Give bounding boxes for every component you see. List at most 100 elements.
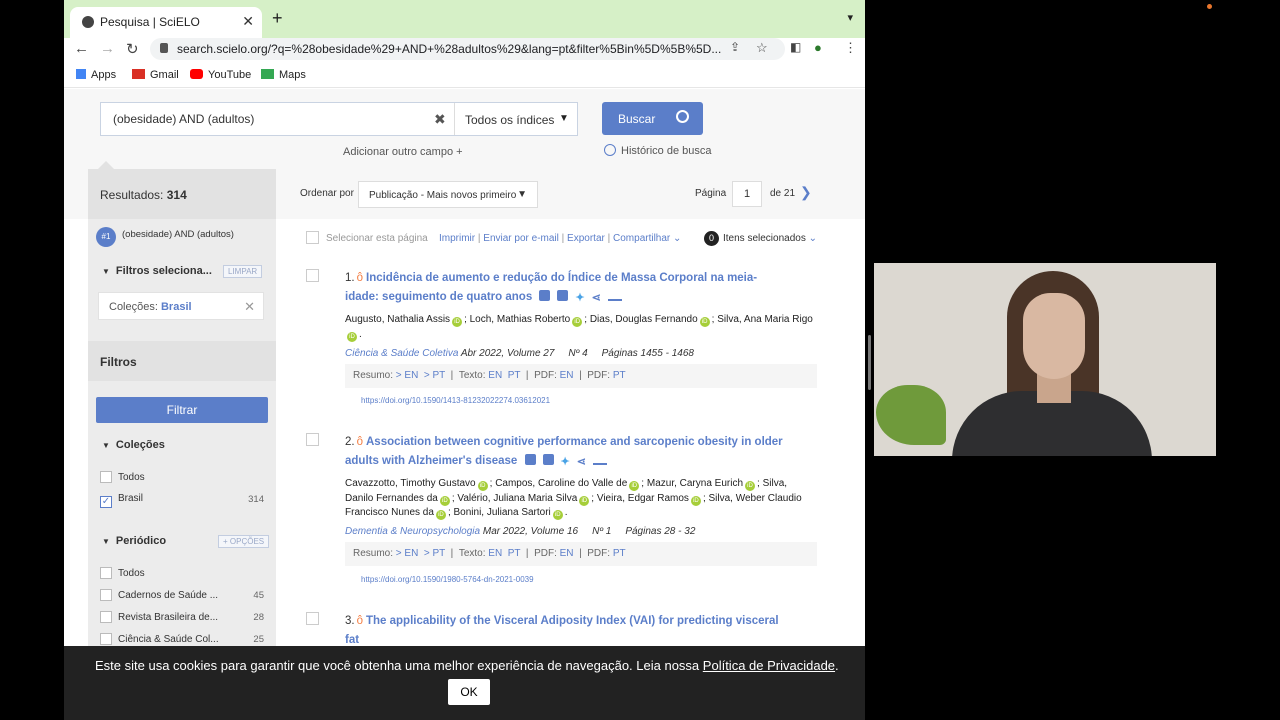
pdf-pt-link[interactable]: PT (613, 370, 626, 381)
result-checkbox[interactable] (306, 269, 319, 282)
checkbox[interactable] (100, 633, 112, 645)
add-field-link[interactable]: Adicionar outro campo + (343, 146, 463, 158)
colecoes-heading[interactable]: ▼ Coleções (102, 439, 165, 451)
periodico-option[interactable]: Revista Brasileira de... 28 (100, 611, 264, 623)
filter-button[interactable]: Filtrar (96, 397, 268, 423)
close-tab-icon[interactable]: ✕ (242, 13, 254, 30)
email-icon[interactable] (539, 290, 551, 301)
select-page-label[interactable]: Selecionar esta página (326, 233, 428, 244)
profile-icon[interactable]: ● (814, 40, 822, 55)
orcid-icon: iD (347, 331, 357, 342)
forward-icon[interactable]: → (100, 40, 115, 57)
email-icon[interactable] (524, 454, 536, 465)
recording-dot (1207, 4, 1212, 9)
periodico-option[interactable]: Ciência & Saúde Col... 25 (100, 633, 264, 645)
cookie-ok-button[interactable]: OK (448, 679, 490, 705)
result-checkbox[interactable] (306, 612, 319, 625)
text-pt-link[interactable]: PT (508, 370, 521, 381)
doi-link[interactable]: https://doi.org/10.1590/1980-5764-dn-202… (361, 575, 534, 584)
checkbox[interactable] (100, 611, 112, 623)
colecoes-option-todos[interactable]: Todos (100, 471, 264, 483)
index-select[interactable]: Todos os índices (465, 113, 554, 127)
twitter-icon[interactable]: ✦ (575, 289, 584, 304)
sidebar-panel-icon[interactable]: ◧ (790, 40, 801, 54)
metrics-icon[interactable] (592, 455, 607, 465)
new-tab-icon[interactable]: + (272, 8, 283, 29)
result-journal: Dementia & Neuropsychologia Mar 2022, Vo… (345, 526, 696, 537)
colecoes-option-brasil[interactable]: ✓ Brasil 314 (100, 493, 264, 508)
search-history-link[interactable]: Histórico de busca (604, 144, 712, 157)
clear-filters-button[interactable]: LIMPAR (223, 265, 263, 278)
privacy-policy-link[interactable]: Política de Privacidade (703, 658, 835, 673)
chevron-down-icon: ⌄ (673, 233, 682, 244)
scrollbar[interactable] (868, 335, 871, 390)
journal-link[interactable]: Dementia & Neuropsychologia (345, 526, 480, 537)
result-authors: Cavazzotto, Timothy Gustavo iD; Campos, C… (345, 478, 802, 520)
search-box: (obesidade) AND (adultos) ✖ Todos os índ… (100, 102, 578, 136)
sort-select[interactable]: Publicação - Mais novos primeiro ▼ (358, 181, 538, 208)
abstract-en-link[interactable]: > EN (396, 370, 419, 381)
pdf-pt-link[interactable]: PT (613, 548, 626, 559)
email-link[interactable]: Enviar por e-mail (483, 233, 559, 244)
query-history-item[interactable]: #1 (obesidade) AND (adultos) (96, 227, 274, 247)
filters-heading: Filtros (88, 341, 276, 381)
periodico-option[interactable]: Cadernos de Saúde ... 45 (100, 589, 264, 601)
periodico-heading[interactable]: ▼ Periódico (102, 535, 166, 547)
active-filter-chip: Coleções: Brasil ✕ (98, 292, 264, 320)
journal-link[interactable]: Ciência & Saúde Coletiva (345, 348, 458, 359)
facebook-icon[interactable] (557, 290, 569, 301)
clear-search-icon[interactable]: ✖ (434, 111, 446, 128)
share-icon[interactable]: ⇪ (730, 40, 740, 54)
metrics-icon[interactable] (607, 291, 622, 301)
checkbox[interactable] (100, 567, 112, 579)
address-bar[interactable]: search.scielo.org/?q=%28obesidade%29+AND… (150, 38, 785, 60)
abstract-en-link[interactable]: > EN (396, 548, 419, 559)
result-title[interactable]: 3. ô The applicability of the Visceral Adi… (345, 612, 785, 650)
periodico-option[interactable]: Todos (100, 567, 264, 579)
checkbox-checked[interactable]: ✓ (100, 496, 112, 508)
abstract-pt-link[interactable]: > PT (424, 548, 445, 559)
share-icon[interactable]: ⋖ (577, 453, 586, 468)
page-input[interactable]: 1 (732, 181, 762, 207)
text-en-link[interactable]: EN (488, 370, 502, 381)
pdf-en-link[interactable]: EN (560, 370, 574, 381)
twitter-icon[interactable]: ✦ (561, 453, 570, 468)
youtube-icon (190, 69, 203, 79)
selected-items[interactable]: 0 Itens selecionados ⌄ (704, 231, 817, 246)
bookmark-maps[interactable]: Maps (261, 69, 306, 81)
results-count: Resultados: 314 (88, 169, 276, 219)
select-page-checkbox[interactable] (306, 231, 319, 244)
search-button[interactable]: Buscar (602, 102, 703, 135)
text-en-link[interactable]: EN (488, 548, 502, 559)
caret-down-icon[interactable]: ▼ (559, 113, 569, 124)
result-title[interactable]: 1. ô Incidência de aumento e redução do Ín… (345, 269, 785, 308)
abstract-pt-link[interactable]: > PT (424, 370, 445, 381)
result-checkbox[interactable] (306, 433, 319, 446)
pdf-en-link[interactable]: EN (560, 548, 574, 559)
print-link[interactable]: Imprimir (439, 233, 475, 244)
menu-icon[interactable]: ⋮ (844, 40, 857, 56)
doi-link[interactable]: https://doi.org/10.1590/1413-81232022274… (361, 396, 550, 405)
checkbox[interactable] (100, 589, 112, 601)
share-icon[interactable]: ⋖ (592, 289, 601, 304)
bookmark-apps[interactable]: Apps (76, 69, 116, 81)
star-icon[interactable]: ☆ (756, 40, 768, 56)
selected-filters-heading[interactable]: ▼ Filtros seleciona... (102, 265, 212, 277)
search-input[interactable]: (obesidade) AND (adultos) (113, 112, 254, 126)
bookmark-gmail[interactable]: Gmail (132, 69, 179, 81)
presenter-face (1023, 293, 1085, 379)
next-page-icon[interactable]: ❯ (800, 184, 812, 201)
tab-search-icon[interactable]: ▾ (847, 11, 853, 24)
result-title[interactable]: 2. ô Association between cognitive perform… (345, 433, 785, 472)
reload-icon[interactable]: ↻ (126, 40, 139, 58)
bookmark-youtube[interactable]: YouTube (190, 69, 251, 81)
remove-filter-icon[interactable]: ✕ (244, 299, 255, 315)
facebook-icon[interactable] (542, 454, 554, 465)
periodico-options-button[interactable]: + OPÇÕES (218, 535, 270, 548)
text-pt-link[interactable]: PT (508, 548, 521, 559)
share-link[interactable]: Compartilhar (613, 233, 670, 244)
checkbox[interactable] (100, 471, 112, 483)
export-link[interactable]: Exportar (567, 233, 605, 244)
tab-active[interactable]: Pesquisa | SciELO ✕ (70, 7, 262, 38)
back-icon[interactable]: ← (74, 40, 89, 57)
